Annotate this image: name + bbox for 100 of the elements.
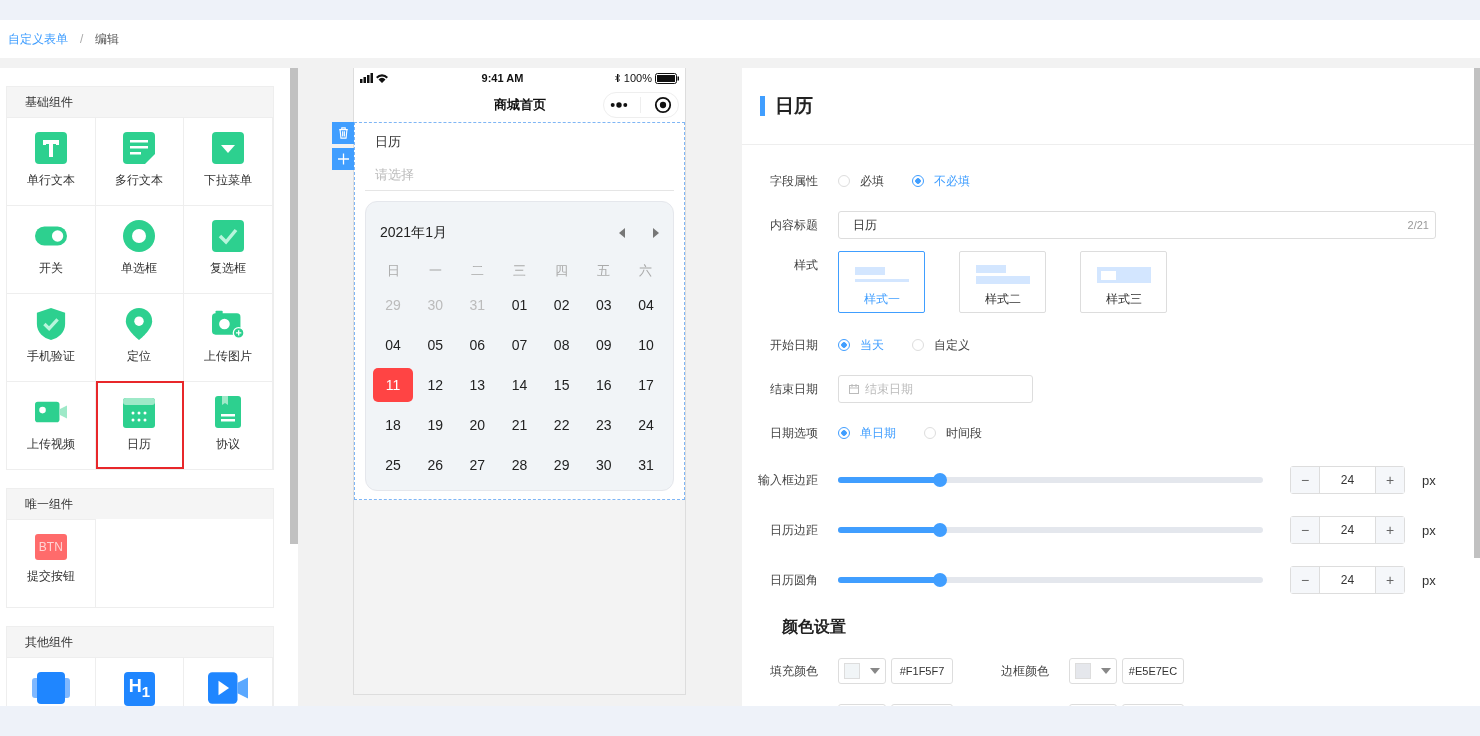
character-counter: 2/21 — [1407, 219, 1429, 231]
slider-thumb[interactable] — [933, 573, 947, 587]
weekday-label: 四 — [554, 262, 570, 280]
component-label: 上传图片 — [204, 348, 253, 365]
calendar-day[interactable]: 26 — [415, 448, 456, 482]
component-label: 复选框 — [210, 260, 247, 277]
target-icon[interactable] — [653, 96, 672, 114]
previous-month-icon[interactable] — [619, 228, 625, 238]
scrollbar[interactable] — [290, 68, 298, 544]
scrollbar[interactable] — [1474, 68, 1480, 558]
calendar-day[interactable]: 14 — [499, 368, 540, 402]
radio-option[interactable]: 必填 — [838, 172, 884, 190]
calendar-day[interactable]: 13 — [457, 368, 498, 402]
component-tile[interactable]: 单选框 — [95, 205, 185, 293]
increment-button[interactable]: + — [1376, 567, 1404, 593]
text-input-field[interactable]: 日历 2/21 — [838, 211, 1436, 239]
decrement-button[interactable]: − — [1291, 467, 1319, 493]
calendar-day[interactable]: 12 — [415, 368, 456, 402]
calendar-day[interactable]: 21 — [499, 408, 540, 442]
style-option[interactable]: 样式二 — [959, 251, 1046, 313]
calendar-day[interactable]: 24 — [625, 408, 666, 442]
component-tile[interactable]: 开关 — [7, 205, 96, 293]
field-label: 日历圆角 — [769, 571, 819, 589]
calendar-day[interactable]: 29 — [541, 448, 582, 482]
battery-percent: 100% — [623, 72, 652, 84]
calendar-day[interactable]: 30 — [583, 448, 624, 482]
calendar-day[interactable]: 18 — [373, 408, 414, 442]
calendar-day[interactable]: 09 — [583, 328, 624, 362]
increment-button[interactable]: + — [1376, 517, 1404, 543]
component-tile[interactable]: 多行文本 — [95, 117, 185, 205]
component-tile[interactable]: 下拉菜单 — [184, 117, 273, 205]
component-tile[interactable]: 上传视频 — [7, 381, 96, 469]
calendar-day[interactable]: 10 — [625, 328, 666, 362]
slider-thumb[interactable] — [933, 523, 947, 537]
calendar-day[interactable]: 02 — [541, 288, 582, 322]
calendar-day[interactable]: 22 — [541, 408, 582, 442]
calendar-day[interactable]: 07 — [499, 328, 540, 362]
calendar-day[interactable]: 15 — [541, 368, 582, 402]
color-picker[interactable] — [1069, 658, 1117, 684]
calendar-day[interactable]: 01 — [499, 288, 540, 322]
component-label: 下拉菜单 — [204, 172, 253, 189]
calendar-day[interactable]: 03 — [583, 288, 624, 322]
field-label: 边框颜色 — [1000, 662, 1050, 680]
component-tile[interactable]: 日历 — [95, 381, 185, 469]
calendar-day[interactable]: 25 — [373, 448, 414, 482]
group-title: 唯一组件 — [7, 489, 273, 519]
calendar-day[interactable]: 08 — [541, 328, 582, 362]
calendar-icon — [123, 396, 156, 428]
calendar-day[interactable]: 19 — [415, 408, 456, 442]
color-value-field[interactable]: #F1F5F7 — [891, 658, 953, 684]
increment-button[interactable]: + — [1376, 467, 1404, 493]
next-month-icon[interactable] — [653, 228, 659, 238]
calendar-day[interactable]: 31 — [625, 448, 666, 482]
more-icon[interactable] — [610, 102, 629, 108]
calendar-day[interactable]: 28 — [499, 448, 540, 482]
calendar-day[interactable]: 23 — [583, 408, 624, 442]
calendar-day[interactable]: 04 — [625, 288, 666, 322]
calendar-day[interactable]: 20 — [457, 408, 498, 442]
component-label: 协议 — [216, 436, 241, 453]
calendar-day[interactable]: 16 — [583, 368, 624, 402]
component-tile[interactable]: 手机验证 — [7, 293, 96, 381]
component-tile[interactable]: 复选框 — [184, 205, 273, 293]
delete-button[interactable] — [332, 122, 354, 144]
add-button[interactable] — [332, 148, 354, 170]
battery-icon — [655, 72, 679, 84]
decrement-button[interactable]: − — [1291, 517, 1319, 543]
field-label: 开始日期 — [769, 336, 819, 354]
component-tile[interactable]: 上传图片 — [184, 293, 273, 381]
style-option[interactable]: 样式三 — [1080, 251, 1167, 313]
component-tile[interactable]: 单行文本 — [7, 117, 96, 205]
radio-option[interactable]: 时间段 — [924, 424, 982, 442]
calendar-day[interactable]: 27 — [457, 448, 498, 482]
calendar-month: 2021年1月 — [380, 224, 448, 242]
radio-option[interactable]: 自定义 — [912, 336, 970, 354]
group-title: 其他组件 — [7, 627, 273, 657]
component-label: 单选框 — [121, 260, 158, 277]
slider-thumb[interactable] — [933, 473, 947, 487]
decrement-button[interactable]: − — [1291, 567, 1319, 593]
field-label: 日期选项 — [769, 424, 819, 442]
field-label: 输入框边距 — [757, 471, 819, 489]
color-picker[interactable] — [838, 658, 886, 684]
unit-label: px — [1422, 472, 1436, 488]
style-label: 样式一 — [863, 291, 900, 308]
dropdown-icon — [212, 132, 245, 164]
color-value-field[interactable]: #E5E7EC — [1122, 658, 1184, 684]
calendar-day[interactable]: 04 — [373, 328, 414, 362]
text-icon — [34, 132, 67, 164]
component-tile[interactable]: 协议 — [184, 381, 273, 469]
calendar-icon — [849, 384, 859, 394]
calendar-day[interactable]: 17 — [625, 368, 666, 402]
shield-icon — [34, 308, 67, 340]
carousel-icon — [30, 672, 71, 704]
component-tile[interactable]: BTN 提交按钮 — [7, 519, 96, 607]
calendar-day[interactable]: 05 — [415, 328, 456, 362]
weekday-label: 日 — [385, 262, 401, 280]
group-title: 基础组件 — [7, 87, 273, 117]
weekday-label: 六 — [638, 262, 654, 280]
component-label: 提交按钮 — [26, 568, 75, 585]
calendar-day[interactable]: 06 — [457, 328, 498, 362]
component-tile[interactable]: 定位 — [95, 293, 185, 381]
